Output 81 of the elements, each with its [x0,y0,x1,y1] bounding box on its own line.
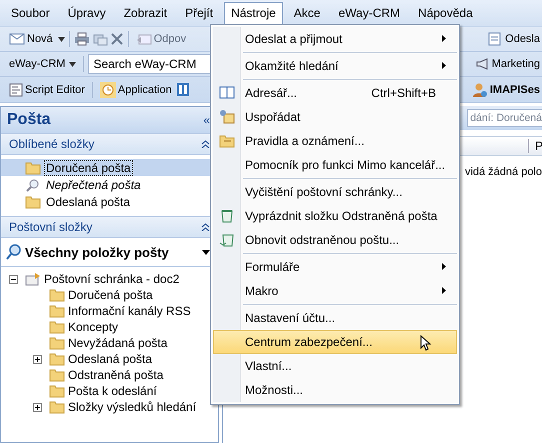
cursor-icon [420,335,432,351]
menu-item[interactable]: Pravidla a oznámení... [213,129,457,153]
tree-item[interactable]: Koncepty [68,320,118,334]
chevron-up-icon [201,223,210,231]
pane-title: Pošta [7,111,51,129]
menu-item[interactable]: Nastavení účtu... [213,306,457,330]
folder-icon [49,384,65,398]
new-button[interactable]: Nová [6,29,56,49]
section-title: Oblíbené složky [9,137,94,151]
folders-icon [92,32,108,46]
tree-item[interactable]: Informační kanály RSS [68,304,191,318]
menu-item[interactable]: Možnosti... [213,378,457,402]
folder-icon [25,194,41,208]
tree-item[interactable]: Doručená pošta [68,288,153,302]
folder-icon [219,133,235,149]
folder-icon [49,368,65,382]
menu-item[interactable]: Makro [213,279,457,303]
bin-icon [219,208,235,224]
menu-item[interactable]: Vlastní... [213,354,457,378]
menu-item[interactable]: Zobrazit [116,2,174,24]
submenu-arrow-icon [442,35,446,42]
folder-icon [49,304,65,318]
folder-icon [49,320,65,334]
marketing-button[interactable]: Marketing [472,55,542,73]
tree-item[interactable]: Odeslaná pošta [68,352,152,366]
submenu-arrow-icon [442,263,446,270]
menu-item[interactable]: Nápověda [411,2,480,24]
magnifier-icon [25,178,41,192]
tree-item[interactable]: Nevyžádaná pošta [68,336,168,350]
caret-icon [69,62,76,66]
document-icon [487,32,504,46]
toolbar-button[interactable]: Application [96,78,175,100]
caret-icon [202,250,210,254]
menu-item[interactable]: Odeslat a přijmout [213,27,457,51]
expand-icon[interactable] [33,402,42,412]
delete-icon [110,32,124,46]
magnifier-icon [6,244,22,260]
submenu-arrow-icon [442,62,446,69]
clock-icon [100,82,116,98]
script-icon [9,82,23,96]
tree-item[interactable]: Pošta k odeslání [68,384,157,398]
folder-icon [25,160,41,174]
book-icon [219,85,235,101]
folder-icon [49,336,65,350]
tree-item[interactable]: Složky výsledků hledání [68,400,196,414]
reply-icon [136,32,152,46]
send-button[interactable]: Odesla [484,29,542,49]
column-header[interactable]: P [528,139,542,153]
printer-icon [74,32,90,46]
crm-dropdown[interactable]: eWay-CRM [6,55,80,73]
section-title: Poštovní složky [9,220,92,234]
folder-icon [49,352,65,366]
folder-icon [49,400,65,414]
mailbox-icon [25,272,41,286]
person-icon [472,82,488,98]
expand-icon[interactable] [33,354,42,364]
shortcut-label: Ctrl+Shift+B [371,86,437,100]
menu-item[interactable]: Přejít [178,2,220,24]
menu-item[interactable]: Adresář... Ctrl+Shift+B [213,81,457,105]
bin-icon [219,232,235,248]
folder-icon [49,288,65,302]
collapse-button[interactable]: « [203,113,210,127]
tree-item[interactable]: Odstraněná pošta [68,368,164,382]
chevron-up-icon [201,140,210,148]
collapse-icon[interactable] [9,274,18,284]
menu-item[interactable]: eWay-CRM [331,2,408,24]
book-icon [176,83,189,96]
menu-item[interactable]: Uspořádat [213,105,457,129]
menu-item[interactable]: Centrum zabezpečení... [213,330,457,354]
toolbar-button[interactable]: Script Editor [6,80,88,100]
envelope-icon [9,32,25,46]
submenu-arrow-icon [442,287,446,294]
megaphone-icon [476,58,490,70]
menu-item[interactable]: Úpravy [60,2,113,24]
menu-item[interactable]: Akce [286,2,328,24]
search-field[interactable]: dání: Doručená [467,109,542,127]
toolbar-button[interactable]: IMAPISes [468,78,542,100]
empty-message: vidá žádná polo [464,166,542,178]
caret-icon [58,36,65,42]
tree-item[interactable]: Poštovní schránka - doc2 [44,272,180,286]
menu-item[interactable]: Soubor [4,2,57,24]
